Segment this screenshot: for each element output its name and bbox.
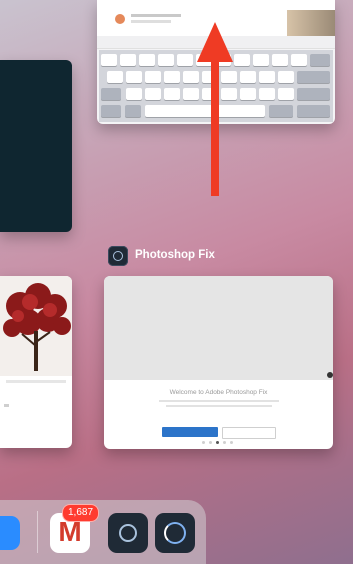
key [164, 71, 180, 83]
keyboard-dismiss-key [297, 105, 330, 117]
message-photo [287, 10, 335, 36]
shift-key [101, 88, 121, 100]
app-card-photoshop-fix[interactable]: Welcome to Adobe Photoshop Fix [104, 276, 333, 449]
key [107, 71, 123, 83]
app-card-left-dark[interactable] [0, 60, 72, 232]
delete-key [310, 54, 330, 66]
carousel-dots [202, 441, 242, 444]
key [259, 88, 275, 100]
key [164, 88, 180, 100]
welcome-subtext-line [166, 405, 272, 407]
message-line [131, 20, 171, 23]
space-bar [145, 105, 265, 117]
globe-key [125, 105, 141, 117]
key [101, 54, 117, 66]
key [158, 54, 174, 66]
shift-key [297, 88, 330, 100]
key [139, 54, 155, 66]
arrow-head [197, 22, 233, 62]
photoshop-app-icon[interactable] [155, 513, 195, 553]
key [240, 88, 256, 100]
key [183, 88, 199, 100]
key [259, 71, 275, 83]
page-indicator-dot [327, 372, 333, 378]
return-key [297, 71, 330, 83]
app-card-title: Photoshop Fix [135, 249, 215, 261]
key [234, 54, 250, 66]
caption-mark [4, 404, 9, 407]
key [221, 71, 237, 83]
key [278, 88, 294, 100]
key [145, 88, 161, 100]
photoshop-fix-icon [108, 246, 128, 266]
message-line [131, 14, 181, 17]
numbers-key [101, 105, 121, 117]
secondary-button [222, 427, 276, 439]
app-card-left-photo[interactable] [0, 276, 72, 448]
key [278, 71, 294, 83]
caption-line [6, 380, 66, 383]
key [240, 71, 256, 83]
carousel-dot [202, 441, 205, 444]
key [221, 88, 237, 100]
carousel-dot [223, 441, 226, 444]
key [291, 54, 307, 66]
avatar [115, 14, 125, 24]
dock-divider [37, 511, 38, 553]
files-icon[interactable] [0, 516, 20, 550]
welcome-text: Welcome to Adobe Photoshop Fix [169, 389, 268, 396]
numbers-key [269, 105, 293, 117]
app-preview-area [104, 276, 333, 380]
key [253, 54, 269, 66]
key [272, 54, 288, 66]
carousel-dot [209, 441, 212, 444]
key [145, 71, 161, 83]
key [183, 71, 199, 83]
primary-button [162, 427, 218, 437]
notification-badge: 1,687 [62, 504, 100, 522]
key [126, 71, 142, 83]
key [177, 54, 193, 66]
key [126, 88, 142, 100]
welcome-subtext-line [159, 400, 279, 402]
carousel-dot-active [216, 441, 219, 444]
tree-photo [0, 276, 72, 376]
arrow-up-icon [211, 58, 219, 196]
carousel-dot [230, 441, 233, 444]
key [120, 54, 136, 66]
photoshop-fix-icon[interactable] [108, 513, 148, 553]
